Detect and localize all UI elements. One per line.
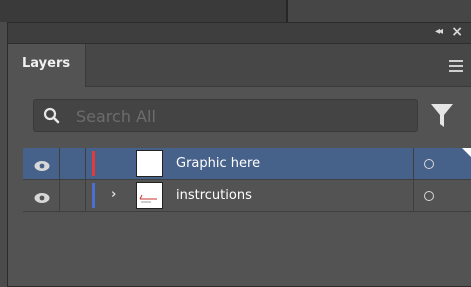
background-divider [286,0,288,22]
column-divider [59,180,60,211]
close-icon[interactable]: × [451,24,463,40]
layer-name[interactable]: instrcutions [176,188,252,203]
target-circle-icon[interactable] [424,159,434,169]
search-input[interactable] [74,104,408,129]
tab-layers-label: Layers [22,56,71,71]
background-window-right [287,0,471,22]
panel-tabbar: Layers [8,44,471,87]
layer-thumbnail [136,150,163,177]
layer-color-bar [92,183,95,208]
eye-icon[interactable] [34,157,50,176]
column-divider [59,148,60,179]
column-divider [413,180,414,211]
search-bar[interactable] [33,99,418,132]
target-circle-icon[interactable] [424,191,434,201]
chevron-right-icon[interactable]: › [111,187,116,202]
eye-icon[interactable] [34,189,50,208]
double-chevron-left-icon[interactable]: ◂◂ [435,26,443,37]
column-divider [85,148,86,179]
hamburger-menu-icon[interactable] [449,60,463,75]
column-divider [413,148,414,179]
background-window [0,0,287,22]
column-divider [85,180,86,211]
search-icon [43,107,60,128]
layer-row-graphic-here[interactable]: Graphic here [23,148,471,180]
layer-name[interactable]: Graphic here [176,156,260,171]
filter-icon[interactable] [431,104,453,132]
selection-corner-marker [462,148,471,158]
layer-color-bar [92,151,95,176]
layers-list: Graphic here › instrcutions [23,148,471,212]
panel-titlebar[interactable]: ◂◂ × [8,23,471,44]
tab-layers[interactable]: Layers [8,44,86,87]
layer-thumbnail [136,182,163,209]
layer-row-instrcutions[interactable]: › instrcutions [23,180,471,212]
